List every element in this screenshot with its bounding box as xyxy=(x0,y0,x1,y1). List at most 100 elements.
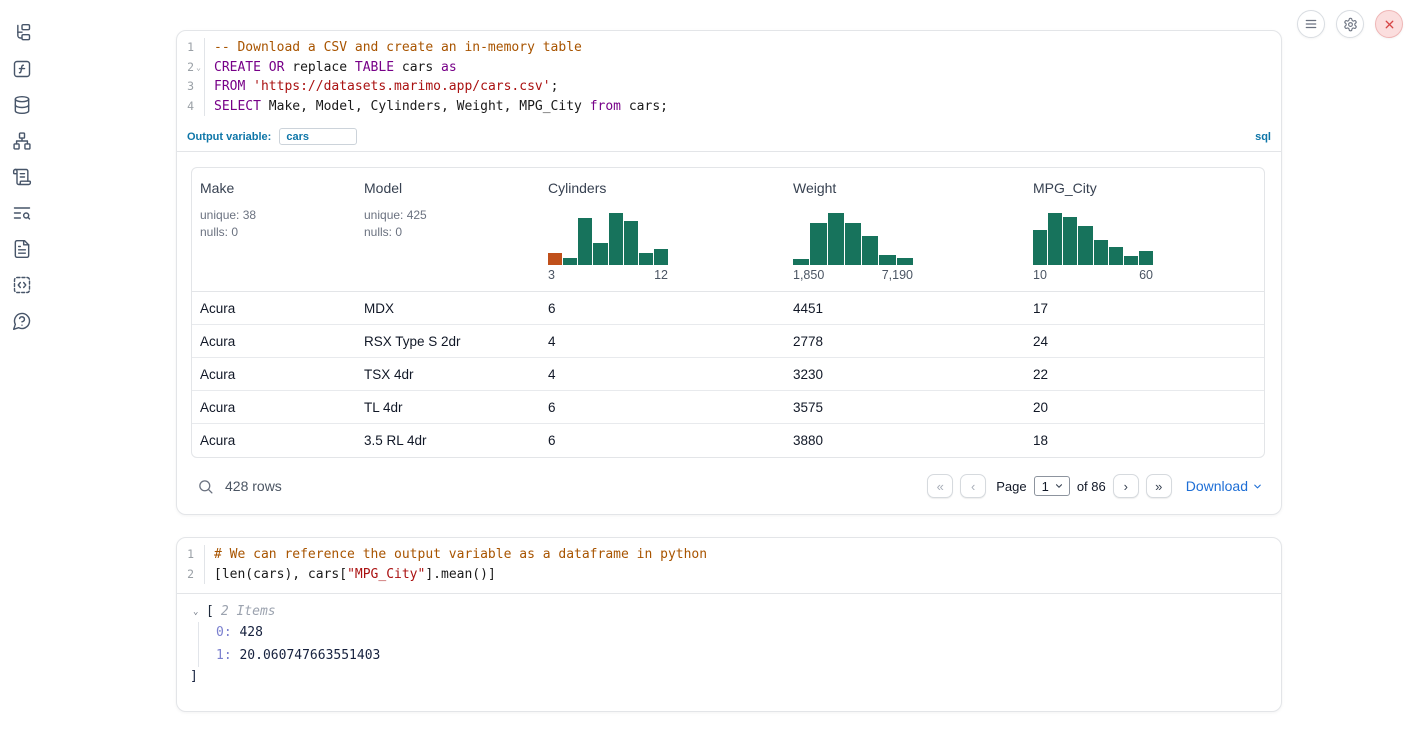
row-count: 428 rows xyxy=(225,478,282,494)
column-header-weight[interactable]: Weight1,8507,190 xyxy=(785,168,1025,291)
histogram-bar[interactable] xyxy=(828,213,844,265)
histogram-bar[interactable] xyxy=(609,213,623,265)
database-icon[interactable] xyxy=(12,94,33,115)
histogram-bar[interactable] xyxy=(1109,247,1123,265)
histogram-bar[interactable] xyxy=(593,243,607,265)
menu-icon xyxy=(1304,17,1318,31)
table-cell: 3230 xyxy=(785,367,1025,382)
column-header-cylinders[interactable]: Cylinders 312 xyxy=(540,168,785,291)
histogram-bar[interactable] xyxy=(862,236,878,265)
tree-entry[interactable]: 1: 20.060747663551403 xyxy=(216,645,1281,668)
table-cell: RSX Type S 2dr xyxy=(356,334,540,349)
code-line[interactable]: 2[len(cars), cars["MPG_City"].mean()] xyxy=(177,565,1281,585)
table-row[interactable]: AcuraMDX6445117 xyxy=(192,292,1264,325)
function-square-icon[interactable] xyxy=(12,58,33,79)
table-cell: 4451 xyxy=(785,301,1025,316)
file-text-icon[interactable] xyxy=(12,238,33,259)
histogram-bar[interactable] xyxy=(548,253,562,265)
prev-page-button[interactable]: ‹ xyxy=(960,474,986,498)
close-icon xyxy=(1383,18,1396,31)
help-icon[interactable] xyxy=(12,310,33,331)
histogram-bar[interactable] xyxy=(1078,226,1092,265)
chevron-down-icon xyxy=(1252,481,1263,492)
tree-open-bracket: [ xyxy=(206,604,214,619)
topbar-actions xyxy=(1297,10,1403,38)
code-text: # We can reference the output variable a… xyxy=(205,545,707,565)
table-cell: Acura xyxy=(192,334,356,349)
code-line[interactable]: 3FROM 'https://datasets.marimo.app/cars.… xyxy=(177,77,1281,97)
menu-button[interactable] xyxy=(1297,10,1325,38)
search-icon[interactable] xyxy=(197,478,214,495)
histogram-bar[interactable] xyxy=(1033,230,1047,265)
language-badge[interactable]: sql xyxy=(1255,131,1271,143)
column-name: Cylinders xyxy=(548,180,777,196)
fold-chevron-icon[interactable]: ⌄ xyxy=(194,58,203,78)
histogram-bar[interactable] xyxy=(845,223,861,265)
histogram-labels: 312 xyxy=(548,268,668,282)
column-header-mpg_city[interactable]: MPG_City1060 xyxy=(1025,168,1264,291)
histogram-bar[interactable] xyxy=(1048,213,1062,265)
histogram-bar[interactable] xyxy=(810,223,826,265)
histogram-bar[interactable] xyxy=(639,253,653,265)
page-label: Page xyxy=(996,479,1026,494)
column-name: Make xyxy=(200,180,348,196)
histogram-bar[interactable] xyxy=(793,259,809,265)
table-row[interactable]: AcuraTL 4dr6357520 xyxy=(192,391,1264,424)
histogram-bar[interactable] xyxy=(654,249,668,265)
column-name: Model xyxy=(364,180,532,196)
column-header-model[interactable]: Modelunique: 425nulls: 0 xyxy=(356,168,540,291)
tree-entry[interactable]: 0: 428 xyxy=(216,622,1281,645)
code-snippets-icon[interactable] xyxy=(12,274,33,295)
file-tree-icon[interactable] xyxy=(12,22,33,43)
code-line[interactable]: 1-- Download a CSV and create an in-memo… xyxy=(177,38,1281,58)
histogram-bar[interactable] xyxy=(1063,217,1077,265)
histogram-bar[interactable] xyxy=(1124,256,1138,265)
output-variable-input[interactable] xyxy=(279,128,357,145)
table-cell: Acura xyxy=(192,367,356,382)
first-page-button[interactable]: « xyxy=(927,474,953,498)
chevron-down-icon[interactable]: ⌄ xyxy=(193,607,206,617)
table-cell: 20 xyxy=(1025,400,1264,415)
histogram-bars xyxy=(793,213,913,265)
table-row[interactable]: AcuraTSX 4dr4323022 xyxy=(192,358,1264,391)
table-cell: 4 xyxy=(540,334,785,349)
table-cell: TSX 4dr xyxy=(356,367,540,382)
sql-code-editor[interactable]: 1-- Download a CSV and create an in-memo… xyxy=(177,31,1281,122)
dependency-graph-icon[interactable] xyxy=(12,130,33,151)
python-code-editor[interactable]: 1# We can reference the output variable … xyxy=(177,538,1281,594)
table-row[interactable]: Acura3.5 RL 4dr6388018 xyxy=(192,424,1264,457)
settings-button[interactable] xyxy=(1336,10,1364,38)
output-variable-label: Output variable: xyxy=(187,131,271,143)
table-body: AcuraMDX6445117AcuraRSX Type S 2dr427782… xyxy=(192,292,1264,457)
histogram-bar[interactable] xyxy=(879,255,895,265)
download-button[interactable]: Download xyxy=(1186,478,1263,494)
scroll-icon[interactable] xyxy=(12,166,33,187)
histogram-bar[interactable] xyxy=(563,258,577,265)
code-line[interactable]: 4SELECT Make, Model, Cylinders, Weight, … xyxy=(177,97,1281,117)
shutdown-button[interactable] xyxy=(1375,10,1403,38)
line-number: 2 xyxy=(177,565,205,585)
download-label: Download xyxy=(1186,478,1248,494)
table-cell: Acura xyxy=(192,433,356,448)
text-search-icon[interactable] xyxy=(12,202,33,223)
pagination: « ‹ Page 1 of 86 › » xyxy=(927,474,1172,498)
histogram-bar[interactable] xyxy=(1094,240,1108,265)
page-select[interactable]: 1 xyxy=(1034,476,1070,496)
histogram-bar[interactable] xyxy=(578,218,592,265)
line-number: 3 xyxy=(177,77,205,97)
tree-entries: 0: 4281: 20.060747663551403 xyxy=(198,622,1281,667)
code-line[interactable]: 1# We can reference the output variable … xyxy=(177,545,1281,565)
tree-entry-key: 1: xyxy=(216,648,232,663)
histogram-bar[interactable] xyxy=(624,221,638,265)
histogram-bar[interactable] xyxy=(1139,251,1153,265)
next-page-button[interactable]: › xyxy=(1113,474,1139,498)
last-page-button[interactable]: » xyxy=(1146,474,1172,498)
tree-root[interactable]: ⌄ [ 2 Items xyxy=(193,604,1281,619)
column-histogram: 1,8507,190 xyxy=(793,213,913,282)
tree-entry-key: 0: xyxy=(216,625,232,640)
histogram-bar[interactable] xyxy=(897,258,913,265)
histogram-bars xyxy=(548,213,668,265)
column-header-make[interactable]: Makeunique: 38nulls: 0 xyxy=(192,168,356,291)
table-row[interactable]: AcuraRSX Type S 2dr4277824 xyxy=(192,325,1264,358)
code-line[interactable]: 2⌄CREATE OR replace TABLE cars as xyxy=(177,58,1281,78)
